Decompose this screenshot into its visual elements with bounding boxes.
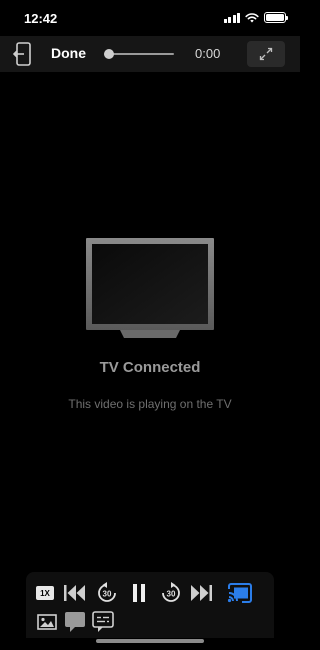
tv-connected-title: TV Connected [99,359,201,376]
scrubber-knob[interactable] [104,49,114,59]
rewind-30-icon: 30 [98,582,116,602]
cellular-signal-icon [223,12,240,23]
rewind-30-button[interactable]: 30 [96,581,118,605]
next-button[interactable] [188,582,214,604]
chat-bubble-icon [65,612,85,632]
picture-button[interactable] [36,612,58,632]
tv-connected-subtitle: This video is playing on the TV [68,397,232,411]
playback-controls: 1X 30 30 [26,572,274,638]
pause-icon [133,584,145,602]
scrubber-track [104,53,174,55]
cast-button[interactable] [226,581,254,605]
tv-icon [86,238,214,338]
playback-controls-row: 1X 30 30 [26,580,274,606]
fullscreen-button[interactable] [247,41,285,67]
pause-button[interactable] [128,581,150,605]
player-top-bar: Done 0:00 [0,36,300,72]
progress-scrubber[interactable] [104,48,174,60]
cast-connected-icon [227,583,252,603]
rewind-seconds-label: 30 [103,590,112,599]
skip-next-icon [191,585,212,601]
forward-30-icon: 30 [162,582,180,602]
image-icon [37,614,57,630]
status-icons [223,12,288,23]
wifi-icon [245,12,259,22]
home-indicator[interactable] [96,639,204,643]
done-button[interactable]: Done [51,45,86,61]
playback-speed-button[interactable]: 1X [36,586,54,600]
expand-icon [259,47,273,61]
subtitles-icon [92,611,114,632]
status-bar: 12:42 [0,0,300,36]
battery-icon [264,12,288,23]
forward-seconds-label: 30 [167,590,176,599]
secondary-controls-row [26,610,274,634]
phone-exit-icon [13,42,31,66]
disconnect-device-button[interactable] [11,41,35,67]
forward-30-button[interactable]: 30 [160,581,182,605]
status-time: 12:42 [24,11,58,26]
subtitles-button[interactable] [92,611,114,633]
elapsed-time: 0:00 [195,46,221,61]
comments-button[interactable] [64,611,86,633]
skip-previous-icon [64,585,85,601]
previous-button[interactable] [62,582,88,604]
